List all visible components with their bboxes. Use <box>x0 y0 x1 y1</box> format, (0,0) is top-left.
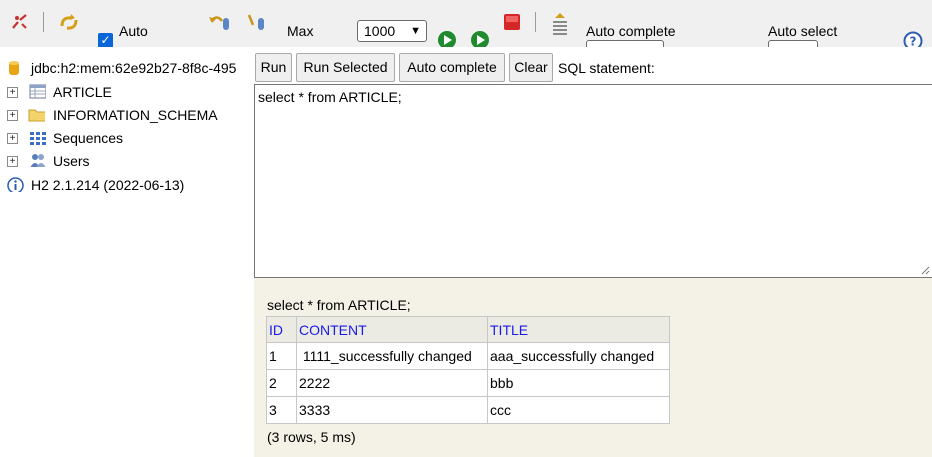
run-selected-icon[interactable] <box>470 30 490 47</box>
folder-icon <box>28 109 45 122</box>
column-header-title[interactable]: TITLE <box>487 316 670 343</box>
max-rows-value: 1000 <box>364 23 396 39</box>
table-cell: aaa_successfully changed <box>487 342 670 370</box>
table-header-row: ID CONTENT TITLE <box>266 316 670 343</box>
run-button[interactable]: Run <box>255 53 292 82</box>
connection-node[interactable]: jdbc:h2:mem:62e92b27-8f8c-495 <box>0 57 254 79</box>
help-icon[interactable]: ? <box>903 31 923 47</box>
sql-editor[interactable]: select * from ARTICLE; <box>254 84 932 278</box>
sql-editor-text: select * from ARTICLE; <box>258 89 402 105</box>
table-cell: 1111_successfully changed <box>296 342 488 370</box>
auto-complete-label: Auto complete <box>586 23 676 39</box>
version-label: H2 2.1.214 (2022-06-13) <box>31 177 185 193</box>
tree-item-users[interactable]: + Users <box>0 150 254 172</box>
table-cell: 2 <box>266 369 297 397</box>
expand-icon[interactable]: + <box>7 110 18 121</box>
chevron-down-icon: ▼ <box>410 25 421 37</box>
auto-complete-select[interactable] <box>586 40 664 47</box>
expand-icon[interactable]: + <box>7 133 18 144</box>
stop-icon[interactable] <box>503 13 521 31</box>
refresh-icon[interactable] <box>58 12 80 34</box>
table-icon <box>29 84 46 99</box>
table-cell: bbb <box>487 369 670 397</box>
run-icon[interactable] <box>437 30 457 47</box>
max-rows-select[interactable]: 1000 ▼ <box>357 20 427 42</box>
toolbar: ✓ Auto Max 1000 ▼ Auto complete Auto sel… <box>0 0 932 47</box>
table-cell: ccc <box>487 396 670 424</box>
table-cell: 3 <box>266 396 297 424</box>
results-table: ID CONTENT TITLE 1 1111_successfully cha… <box>266 316 670 424</box>
expand-icon[interactable]: + <box>7 87 18 98</box>
disconnect-icon[interactable] <box>10 12 30 32</box>
tree-item-label: Sequences <box>53 130 124 146</box>
table-row: 3 3333 ccc <box>266 396 670 424</box>
table-cell: 2222 <box>296 369 488 397</box>
auto-complete-button[interactable]: Auto complete <box>399 53 505 82</box>
connection-url: jdbc:h2:mem:62e92b27-8f8c-495 <box>31 60 237 76</box>
column-header-content[interactable]: CONTENT <box>296 316 488 343</box>
history-icon[interactable] <box>550 12 570 38</box>
toolbar-separator <box>43 12 44 32</box>
result-query-text: select * from ARTICLE; <box>267 297 411 313</box>
tree-item-label: ARTICLE <box>53 84 112 100</box>
auto-commit-checkbox[interactable]: ✓ <box>98 33 113 47</box>
result-footer: (3 rows, 5 ms) <box>267 429 356 445</box>
svg-text:?: ? <box>910 35 917 48</box>
clear-button[interactable]: Clear <box>509 53 553 82</box>
tree-item-label: INFORMATION_SCHEMA <box>53 107 218 123</box>
info-icon <box>7 177 24 192</box>
sql-statement-label: SQL statement: <box>558 60 655 76</box>
database-icon <box>9 61 19 75</box>
commit-icon[interactable] <box>246 12 268 32</box>
tree-item-label: Users <box>53 153 90 169</box>
table-cell: 3333 <box>296 396 488 424</box>
auto-select-select[interactable] <box>768 40 818 47</box>
tree-item-sequences[interactable]: + Sequences <box>0 127 254 149</box>
results-panel: select * from ARTICLE; ID CONTENT TITLE … <box>254 278 932 457</box>
schema-tree: jdbc:h2:mem:62e92b27-8f8c-495 + ARTICLE … <box>0 47 254 457</box>
tree-item-information-schema[interactable]: + INFORMATION_SCHEMA <box>0 104 254 126</box>
table-row: 1 1111_successfully changed aaa_successf… <box>266 342 670 370</box>
sequences-icon <box>30 132 46 145</box>
users-icon <box>30 154 46 167</box>
max-rows-label: Max <box>287 23 314 39</box>
column-header-id[interactable]: ID <box>266 316 297 343</box>
table-row: 2 2222 bbb <box>266 369 670 397</box>
tree-item-article[interactable]: + ARTICLE <box>0 81 254 103</box>
resize-grip-icon[interactable] <box>920 265 930 275</box>
run-selected-button[interactable]: Run Selected <box>296 53 395 82</box>
toolbar-separator <box>535 12 536 32</box>
auto-select-label: Auto select <box>768 23 838 39</box>
expand-icon[interactable]: + <box>7 156 18 167</box>
version-info: H2 2.1.214 (2022-06-13) <box>0 174 254 196</box>
table-cell: 1 <box>266 342 297 370</box>
query-button-bar: Run Run Selected Auto complete Clear SQL… <box>254 47 932 84</box>
rollback-icon[interactable] <box>208 12 232 32</box>
auto-commit-label: Auto <box>119 23 148 39</box>
